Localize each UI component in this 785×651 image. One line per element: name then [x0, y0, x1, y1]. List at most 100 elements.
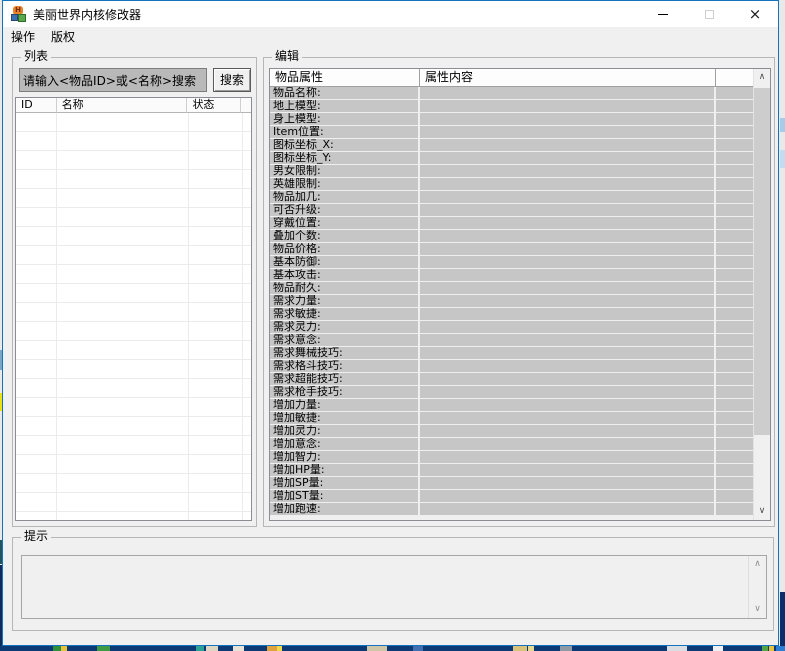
property-row-value[interactable] — [420, 295, 716, 307]
property-row[interactable]: 需求舞械技巧: — [270, 347, 753, 360]
search-button[interactable]: 搜索 — [213, 68, 251, 92]
property-row[interactable]: 物品价格: — [270, 243, 753, 256]
property-row[interactable]: 增加智力: — [270, 451, 753, 464]
scroll-up-icon[interactable]: ∧ — [754, 69, 770, 86]
property-row-value[interactable] — [420, 269, 716, 281]
list-row[interactable] — [16, 151, 251, 170]
list-row[interactable] — [16, 512, 251, 521]
edit-table-scrollbar[interactable]: ∧ ∨ — [753, 69, 770, 520]
property-row[interactable]: 图标坐标_Y: — [270, 152, 753, 165]
property-row-value[interactable] — [420, 425, 716, 437]
property-row-value[interactable] — [420, 321, 716, 333]
property-row[interactable]: 物品加几: — [270, 191, 753, 204]
property-row[interactable]: 需求灵力: — [270, 321, 753, 334]
property-row-value[interactable] — [420, 217, 716, 229]
property-row-value[interactable] — [420, 334, 716, 346]
property-row-value[interactable] — [420, 282, 716, 294]
menu-item-operation[interactable]: 操作 — [3, 27, 43, 47]
property-row[interactable]: 增加灵力: — [270, 425, 753, 438]
hint-scrollbar[interactable]: ∧ ∨ — [748, 556, 766, 618]
scroll-down-icon[interactable]: ∨ — [749, 601, 766, 618]
property-row-value[interactable] — [420, 204, 716, 216]
property-row-value[interactable] — [420, 165, 716, 177]
list-row[interactable] — [16, 208, 251, 227]
property-row-value[interactable] — [420, 477, 716, 489]
column-header-id[interactable]: ID — [16, 98, 57, 113]
property-row[interactable]: 增加意念: — [270, 438, 753, 451]
property-row[interactable]: 图标坐标_X: — [270, 139, 753, 152]
list-row[interactable] — [16, 303, 251, 322]
list-row[interactable] — [16, 113, 251, 132]
list-row[interactable] — [16, 265, 251, 284]
property-row[interactable]: 需求超能技巧: — [270, 373, 753, 386]
property-row-value[interactable] — [420, 308, 716, 320]
column-header-content[interactable]: 属性内容 — [420, 69, 716, 87]
column-header-status[interactable]: 状态 — [187, 98, 241, 113]
property-table[interactable]: 物品属性 属性内容 物品名称:地上模型:身上模型:Item位置:图标坐标_X:图… — [269, 68, 771, 521]
listview-body[interactable] — [16, 113, 251, 521]
property-row[interactable]: 增加敏捷: — [270, 412, 753, 425]
item-listview[interactable]: ID 名称 状态 — [15, 97, 252, 521]
list-row[interactable] — [16, 398, 251, 417]
list-row[interactable] — [16, 284, 251, 303]
property-row[interactable]: 需求敏捷: — [270, 308, 753, 321]
property-row[interactable]: 可否升级: — [270, 204, 753, 217]
list-row[interactable] — [16, 360, 251, 379]
property-row[interactable]: 基本攻击: — [270, 269, 753, 282]
property-row[interactable]: 英雄限制: — [270, 178, 753, 191]
property-row-value[interactable] — [420, 399, 716, 411]
titlebar[interactable]: H 美丽世界内核修改器 × — [3, 1, 778, 27]
list-row[interactable] — [16, 417, 251, 436]
scrollbar-thumb[interactable] — [754, 88, 770, 435]
property-row[interactable]: 男女限制: — [270, 165, 753, 178]
property-row-value[interactable] — [420, 490, 716, 502]
property-row-value[interactable] — [420, 178, 716, 190]
list-row[interactable] — [16, 189, 251, 208]
property-row-value[interactable] — [420, 360, 716, 372]
property-row[interactable]: 增加ST量: — [270, 490, 753, 503]
property-row-value[interactable] — [420, 191, 716, 203]
property-row[interactable]: 物品名称: — [270, 87, 753, 100]
property-row-value[interactable] — [420, 100, 716, 112]
property-row-value[interactable] — [420, 386, 716, 398]
property-row[interactable]: 增加力量: — [270, 399, 753, 412]
property-row[interactable]: 地上模型: — [270, 100, 753, 113]
minimize-button[interactable] — [640, 1, 686, 27]
property-row-value[interactable] — [420, 139, 716, 151]
property-row-value[interactable] — [420, 113, 716, 125]
property-row[interactable]: 增加跑速: — [270, 503, 753, 516]
list-row[interactable] — [16, 246, 251, 265]
property-row[interactable]: 物品耐久: — [270, 282, 753, 295]
list-row[interactable] — [16, 379, 251, 398]
property-row[interactable]: 需求意念: — [270, 334, 753, 347]
property-row-value[interactable] — [420, 373, 716, 385]
list-row[interactable] — [16, 341, 251, 360]
list-row[interactable] — [16, 322, 251, 341]
property-row-value[interactable] — [420, 230, 716, 242]
property-row-value[interactable] — [420, 87, 716, 99]
list-row[interactable] — [16, 227, 251, 246]
property-row-value[interactable] — [420, 464, 716, 476]
property-row[interactable]: 需求格斗技巧: — [270, 360, 753, 373]
column-header-name[interactable]: 名称 — [57, 98, 188, 113]
hint-textarea[interactable]: ∧ ∨ — [21, 555, 767, 619]
search-input[interactable] — [19, 68, 207, 92]
list-row[interactable] — [16, 436, 251, 455]
list-row[interactable] — [16, 474, 251, 493]
property-row-value[interactable] — [420, 451, 716, 463]
property-row[interactable]: 穿戴位置: — [270, 217, 753, 230]
property-row-value[interactable] — [420, 152, 716, 164]
property-row-value[interactable] — [420, 503, 716, 515]
property-row[interactable]: 需求枪手技巧: — [270, 386, 753, 399]
column-header-property[interactable]: 物品属性 — [270, 69, 420, 87]
close-button[interactable]: × — [732, 1, 778, 27]
property-row-value[interactable] — [420, 243, 716, 255]
list-row[interactable] — [16, 170, 251, 189]
scroll-down-icon[interactable]: ∨ — [754, 503, 770, 520]
list-row[interactable] — [16, 132, 251, 151]
menu-item-copyright[interactable]: 版权 — [43, 27, 83, 47]
property-row[interactable]: Item位置: — [270, 126, 753, 139]
property-row-value[interactable] — [420, 438, 716, 450]
property-row[interactable]: 增加HP量: — [270, 464, 753, 477]
list-row[interactable] — [16, 455, 251, 474]
